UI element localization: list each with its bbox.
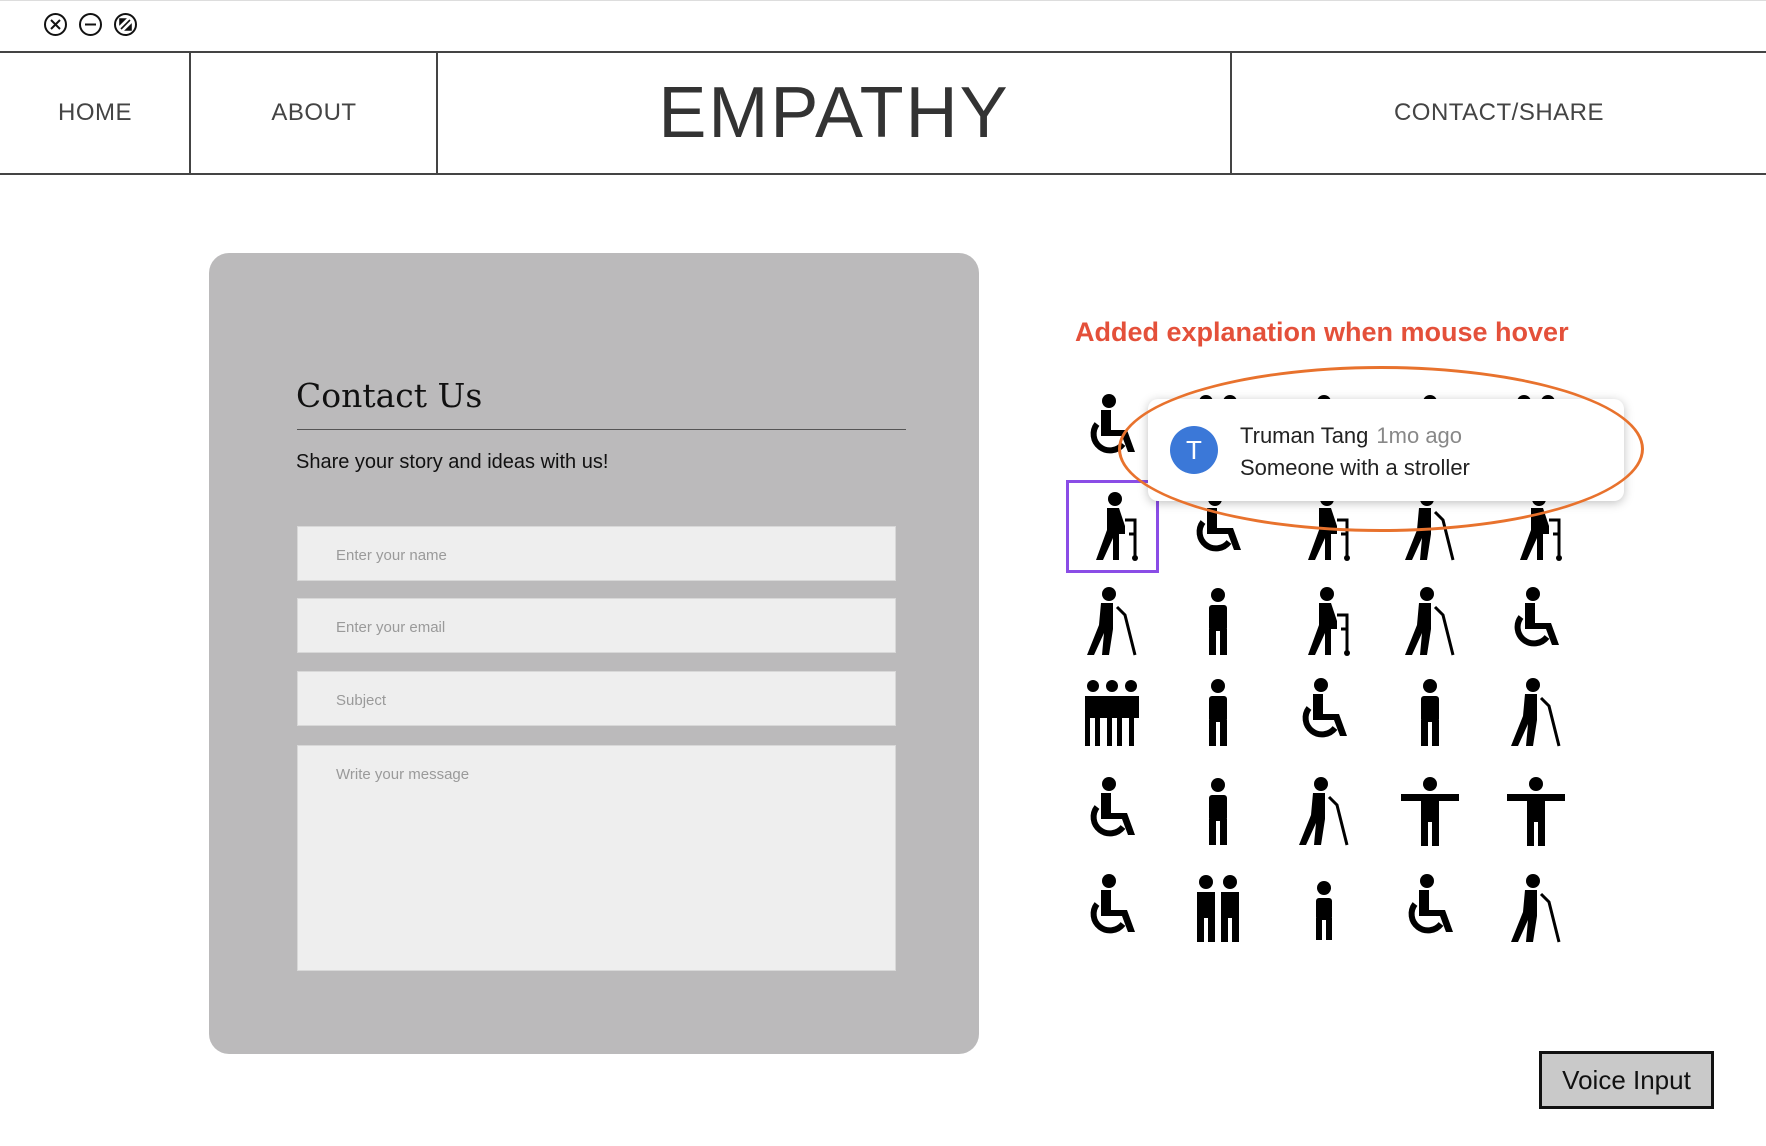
wheelchair-icon[interactable] [1291,676,1357,748]
person-icon[interactable] [1185,676,1251,748]
person-icon[interactable] [1185,775,1251,847]
minimize-window-icon[interactable] [79,13,102,36]
contact-form-card: Contact Us Share your story and ideas wi… [209,253,979,1054]
name-input[interactable]: Enter your name [297,526,896,581]
nav-about[interactable]: ABOUT [191,53,437,173]
contact-title: Contact Us [296,376,483,415]
annotation-label: Added explanation when mouse hover [1075,317,1569,347]
wheelchair-icon[interactable] [1397,872,1463,944]
blind-person-cane-icon[interactable] [1291,775,1357,847]
expand-window-icon[interactable] [114,13,137,36]
blind-person-cane-icon[interactable] [1397,585,1463,657]
message-textarea[interactable]: Write your message [297,745,896,971]
voice-input-button[interactable]: Voice Input [1539,1051,1714,1109]
person-arms-out-icon[interactable] [1397,775,1463,847]
subject-input[interactable]: Subject [297,671,896,726]
person-arm-out-icon[interactable] [1503,775,1569,847]
person-icon[interactable] [1397,676,1463,748]
person-walking-icon[interactable] [1503,676,1569,748]
window-top-border [0,0,1766,1]
group-with-walker-icon[interactable] [1291,585,1357,657]
annotation-ellipse [1118,366,1644,532]
brand-title[interactable]: EMPATHY [438,53,1230,173]
close-window-icon[interactable] [44,13,67,36]
contact-subtitle: Share your story and ideas with us! [296,451,609,473]
child-icon[interactable] [1291,872,1357,944]
wheelchair-icon[interactable] [1503,585,1569,657]
group-icon[interactable] [1079,676,1145,748]
nav-home[interactable]: HOME [0,53,190,173]
selected-icon-highlight [1066,480,1159,573]
nav-contact-share[interactable]: CONTACT/SHARE [1232,53,1766,173]
elderly-cane-icon[interactable] [1079,585,1145,657]
active-wheelchair-icon[interactable] [1079,872,1145,944]
title-divider [297,429,906,430]
wheelchair-icon[interactable] [1079,775,1145,847]
person-icon[interactable] [1185,585,1251,657]
top-navigation: HOME ABOUT EMPATHY CONTACT/SHARE [0,51,1766,175]
group-with-cane-icon[interactable] [1503,872,1569,944]
two-people-icon[interactable] [1185,872,1251,944]
email-input[interactable]: Enter your email [297,598,896,653]
